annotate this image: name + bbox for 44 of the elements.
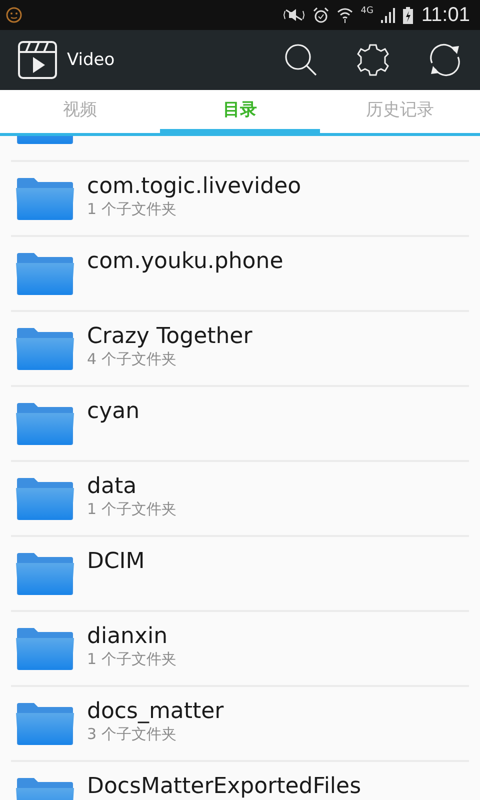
folder-item[interactable]: com.togic.livevideo 1 个子文件夹 bbox=[11, 160, 469, 235]
folder-icon bbox=[16, 252, 74, 294]
clock-time: 11:01 bbox=[421, 4, 470, 26]
folder-item[interactable]: docs_matter 3 个子文件夹 bbox=[11, 685, 469, 760]
app-title: Video bbox=[67, 50, 116, 70]
folder-item[interactable]: dianxin 1 个子文件夹 bbox=[11, 610, 469, 685]
folder-icon bbox=[16, 478, 74, 520]
subfolder-count: 1 个子文件夹 bbox=[87, 200, 178, 219]
subfolder-count: 4 个子文件夹 bbox=[87, 350, 178, 369]
network-type: 4G bbox=[360, 6, 374, 16]
folder-icon bbox=[16, 552, 74, 594]
folder-item[interactable]: DCIM bbox=[11, 535, 469, 610]
folder-name: DocsMatterExportedFiles bbox=[87, 773, 362, 800]
folder-name: data bbox=[87, 473, 138, 500]
folder-item[interactable]: data 1 个子文件夹 bbox=[11, 460, 469, 535]
subfolder-count: 3 个子文件夹 bbox=[87, 725, 178, 744]
subfolder-count: 1 个子文件夹 bbox=[87, 500, 176, 519]
folder-item[interactable]: com.youku.phone bbox=[11, 235, 469, 310]
folder-name: com.youku.phone bbox=[87, 248, 284, 275]
smiley-icon bbox=[6, 7, 22, 23]
settings-button[interactable] bbox=[356, 43, 390, 77]
folder-icon bbox=[16, 178, 74, 220]
folder-icon bbox=[16, 402, 74, 444]
subfolder-count: 1 个子文件夹 bbox=[87, 650, 176, 669]
clapperboard-icon bbox=[18, 41, 57, 79]
wifi-icon bbox=[336, 7, 353, 23]
folder-icon bbox=[16, 328, 74, 370]
folder-name: DCIM bbox=[87, 548, 145, 575]
folder-item[interactable]: Crazy Together 4 个子文件夹 bbox=[11, 310, 469, 385]
signal-icon bbox=[381, 7, 396, 23]
alarm-icon bbox=[312, 6, 329, 24]
folder-icon bbox=[16, 702, 74, 744]
refresh-button[interactable] bbox=[428, 43, 462, 77]
folder-name: Crazy Together bbox=[87, 323, 252, 350]
mute-vibrate-icon bbox=[282, 7, 305, 23]
folder-icon bbox=[16, 628, 74, 670]
folder-item[interactable]: DocsMatterExportedFiles bbox=[11, 760, 469, 800]
folder-name: docs_matter bbox=[87, 698, 224, 725]
battery-charging-icon bbox=[403, 6, 414, 24]
folder-name: cyan bbox=[87, 398, 140, 425]
folder-name: dianxin bbox=[87, 623, 169, 650]
folder-name: com.togic.livevideo bbox=[87, 173, 302, 200]
search-button[interactable] bbox=[284, 43, 318, 77]
folder-item[interactable]: cyan bbox=[11, 385, 469, 460]
